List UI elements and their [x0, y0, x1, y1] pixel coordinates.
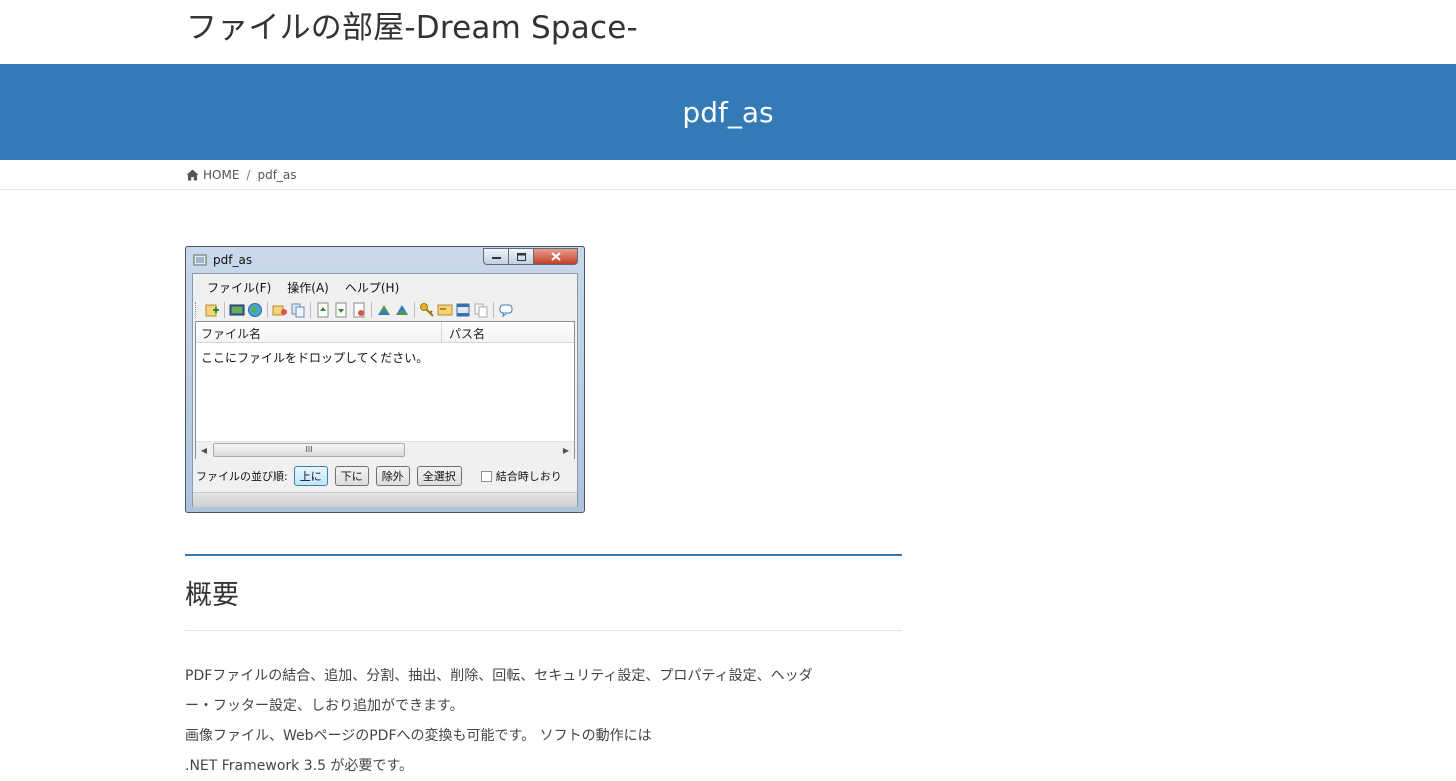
key-icon	[420, 303, 434, 317]
add-file-icon	[205, 304, 219, 317]
close-icon	[550, 252, 561, 261]
app-screenshot: pdf_as ファイル(F) 操作(A) ヘルプ(H) ファイル名 パス名 ここ…	[185, 246, 585, 513]
scroll-right-icon: ▶	[562, 446, 570, 455]
app-titlebar: pdf_as	[186, 247, 584, 273]
breadcrumb-current: pdf_as	[257, 168, 297, 182]
bookmark-checkbox-label: 結合時しおり	[495, 470, 562, 483]
horizontal-scrollbar: ◀ III ▶	[196, 441, 574, 459]
bookmark-checkbox	[480, 470, 492, 482]
maximize-icon	[516, 252, 526, 261]
bookmark-checkbox-group: 結合時しおり	[480, 468, 562, 484]
remove-button: 除外	[375, 466, 410, 486]
site-title[interactable]: ファイルの部屋-Dream Space-	[186, 2, 638, 47]
page-title: pdf_as	[682, 95, 774, 129]
app-client-area: ファイル(F) 操作(A) ヘルプ(H) ファイル名 パス名 ここにファイルをド…	[192, 273, 578, 507]
globe-icon	[248, 303, 262, 317]
order-controls: ファイルの並び順: 上に 下に 除外 全選択 結合時しおり	[193, 464, 577, 488]
section-heading: 概要	[185, 580, 239, 611]
description-line-2: ー・フッター設定、しおり追加ができます。	[185, 698, 464, 714]
section-top-rule	[185, 554, 902, 556]
move-down-button: 下に	[334, 466, 369, 486]
page-down-icon	[335, 302, 347, 318]
drop-hint: ここにファイルをドロップしてください。	[201, 351, 429, 365]
minimize-icon	[491, 256, 501, 259]
section-underline	[185, 630, 902, 631]
page-delete-icon	[353, 302, 365, 318]
toolbar-separator	[493, 302, 494, 318]
move-up-button: 上に	[293, 466, 328, 486]
scroll-thumb: III	[213, 443, 405, 457]
column-divider	[441, 322, 442, 342]
page-banner: pdf_as	[0, 64, 1456, 160]
menu-file: ファイル(F)	[207, 281, 272, 295]
toolbar-grip	[195, 302, 199, 318]
duplicate-icon	[474, 303, 488, 318]
description-line-1: PDFファイルの結合、追加、分割、抽出、削除、回転、セキュリティ設定、プロパティ…	[185, 668, 813, 684]
copy-icon	[291, 303, 305, 318]
menu-operation: 操作(A)	[287, 281, 329, 295]
site-header: ファイルの部屋-Dream Space-	[0, 0, 1456, 64]
toolbar-separator	[371, 302, 372, 318]
description-line-3: 画像ファイル、WebページのPDFへの変換も可能です。 ソフトの動作には	[185, 728, 652, 744]
breadcrumb-bar: HOME / pdf_as	[0, 160, 1456, 190]
breadcrumb-home-link[interactable]: HOME	[203, 168, 239, 182]
scroll-left-icon: ◀	[200, 446, 208, 455]
image-icon	[229, 304, 245, 316]
app-statusbar	[193, 492, 577, 507]
menu-help: ヘルプ(H)	[344, 281, 400, 295]
minimize-button	[483, 248, 509, 265]
app-menubar: ファイル(F) 操作(A) ヘルプ(H)	[193, 276, 407, 296]
page-up-icon	[317, 302, 329, 318]
toolbar-separator	[414, 302, 415, 318]
column-path-name: パス名	[449, 327, 486, 341]
comment-icon	[499, 304, 513, 318]
app-title: pdf_as	[213, 253, 253, 267]
breadcrumb: HOME / pdf_as	[186, 168, 297, 182]
header-footer-icon	[456, 303, 470, 317]
column-file-name: ファイル名	[201, 327, 262, 341]
window-controls	[483, 248, 578, 265]
file-list: ファイル名 パス名 ここにファイルをドロップしてください。 ◀ III ▶	[195, 321, 575, 459]
app-icon	[193, 254, 207, 266]
rotate-left-icon	[378, 305, 390, 315]
toolbar-separator	[310, 302, 311, 318]
split-icon	[272, 305, 287, 316]
rotate-right-icon	[396, 305, 408, 315]
maximize-button	[509, 248, 534, 265]
app-toolbar	[195, 300, 514, 320]
toolbar-separator	[267, 302, 268, 318]
file-list-header: ファイル名 パス名	[196, 322, 574, 343]
breadcrumb-separator: /	[246, 168, 251, 182]
toolbar-separator	[224, 302, 225, 318]
order-label: ファイルの並び順:	[196, 470, 288, 483]
properties-icon	[437, 304, 453, 316]
close-button	[534, 248, 578, 265]
select-all-button: 全選択	[416, 466, 462, 486]
home-icon[interactable]	[186, 169, 199, 181]
description-line-4: .NET Framework 3.5 が必要です。	[185, 758, 414, 774]
